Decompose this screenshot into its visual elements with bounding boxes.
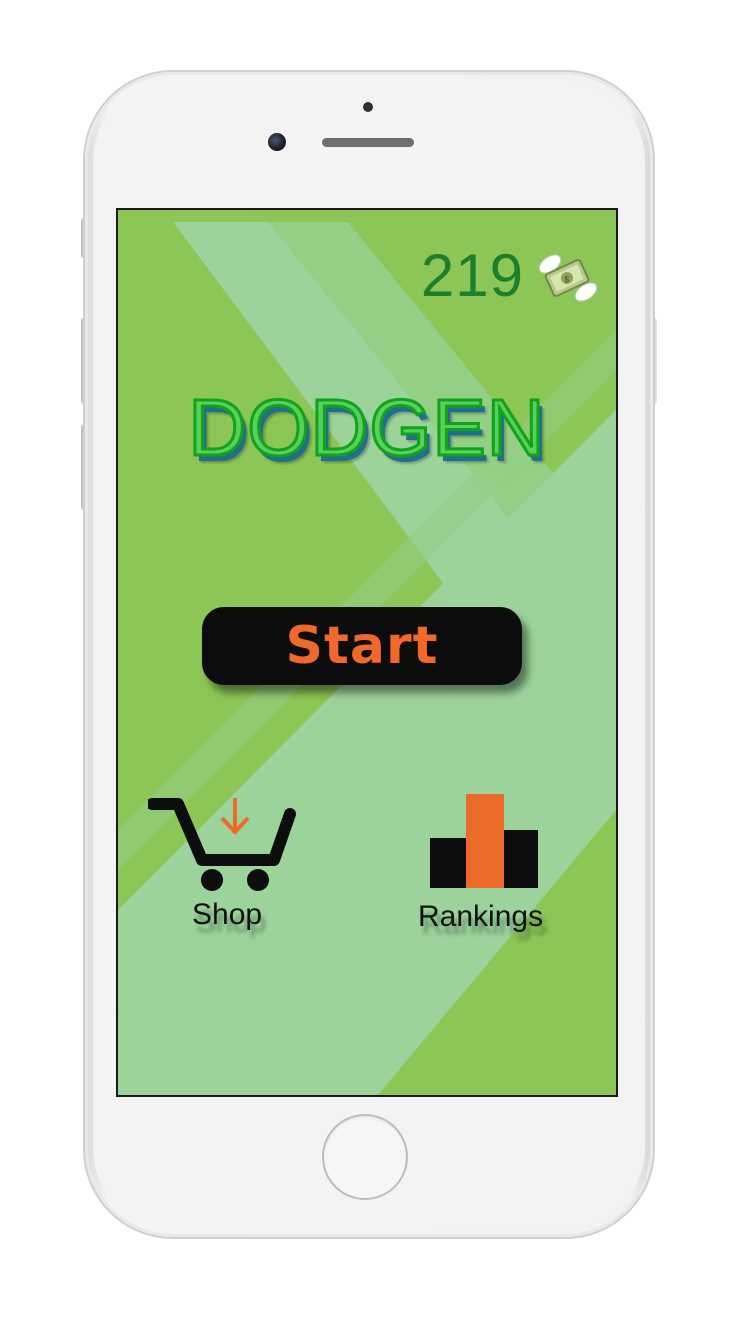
home-button[interactable] — [322, 1114, 408, 1200]
start-button[interactable]: Start — [202, 607, 522, 685]
rankings-label: Rankings — [418, 900, 544, 933]
money-with-wings-icon: $ — [538, 254, 598, 302]
earpiece-speaker — [322, 138, 414, 147]
svg-text:$: $ — [564, 275, 570, 285]
device-mockup: 219 $ DODGEN Start Shop Rankings — [0, 0, 750, 1334]
shopping-cart-icon — [148, 798, 296, 891]
shop-label: Shop — [192, 898, 263, 931]
game-screen: 219 $ DODGEN Start Shop Rankings — [116, 208, 618, 1097]
podium-icon — [430, 794, 538, 888]
front-camera — [268, 133, 286, 151]
shop-button[interactable]: Shop — [148, 790, 318, 950]
game-title: DODGEN — [187, 383, 546, 472]
rankings-button[interactable]: Rankings — [414, 790, 584, 950]
start-button-label: Start — [285, 616, 439, 676]
coin-count: 219 — [420, 242, 524, 309]
proximity-sensor — [363, 102, 373, 112]
